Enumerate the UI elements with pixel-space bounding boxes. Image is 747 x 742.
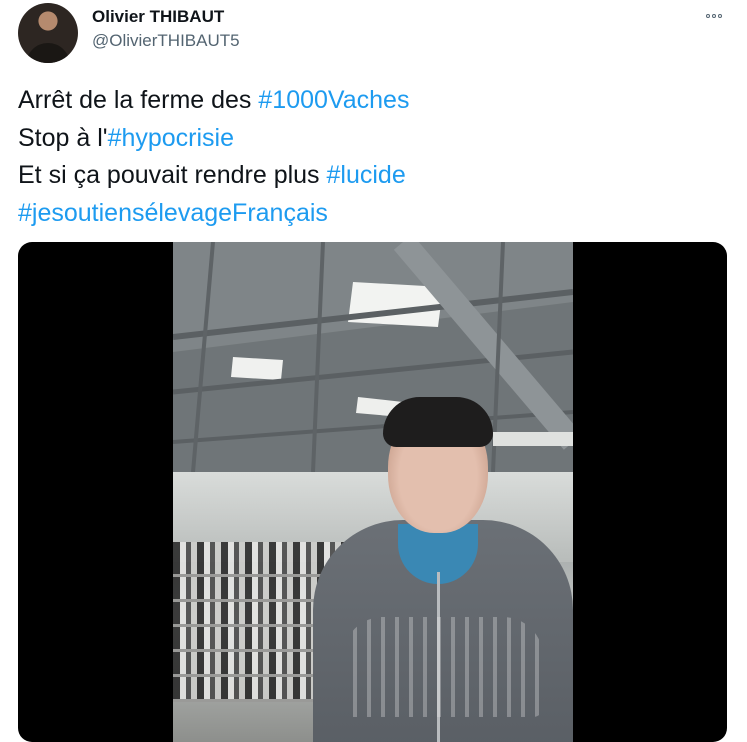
tweet-text-segment: Stop à l' <box>18 123 108 152</box>
avatar[interactable] <box>18 3 78 63</box>
hair <box>383 397 493 447</box>
person <box>293 392 573 742</box>
more-options-icon <box>712 14 716 18</box>
hashtag-link[interactable]: #jesoutiensélevageFrançais <box>18 199 328 227</box>
more-options-icon <box>706 14 710 18</box>
avatar-shoulders <box>26 43 70 63</box>
author-handle[interactable]: @OlivierTHIBAUT5 <box>92 31 240 51</box>
hoodie-print <box>343 617 543 717</box>
tweet-video[interactable] <box>18 242 727 742</box>
tweet-line: Stop à l'#hypocrisie <box>18 120 718 158</box>
tweet-line: Arrêt de la ferme des #1000Vaches <box>18 82 718 120</box>
tweet-text-segment: Et si ça pouvait rendre plus <box>18 161 327 189</box>
hashtag-link[interactable]: #hypocrisie <box>108 124 234 152</box>
hashtag-link[interactable]: #lucide <box>327 161 406 189</box>
tweet-line: Et si ça pouvait rendre plus #lucide <box>18 157 718 195</box>
video-frame <box>173 242 573 742</box>
tweet: Olivier THIBAUT @OlivierTHIBAUT5 Arrêt d… <box>0 0 747 742</box>
tweet-text: Arrêt de la ferme des #1000Vaches Stop à … <box>18 82 718 232</box>
tweet-text-segment: Arrêt de la ferme des <box>18 86 259 114</box>
more-options-button[interactable] <box>700 6 728 26</box>
author-display-name[interactable]: Olivier THIBAUT <box>92 7 224 27</box>
more-options-icon <box>718 14 722 18</box>
tweet-line: #jesoutiensélevageFrançais <box>18 195 718 233</box>
hashtag-link[interactable]: #1000Vaches <box>258 86 409 114</box>
